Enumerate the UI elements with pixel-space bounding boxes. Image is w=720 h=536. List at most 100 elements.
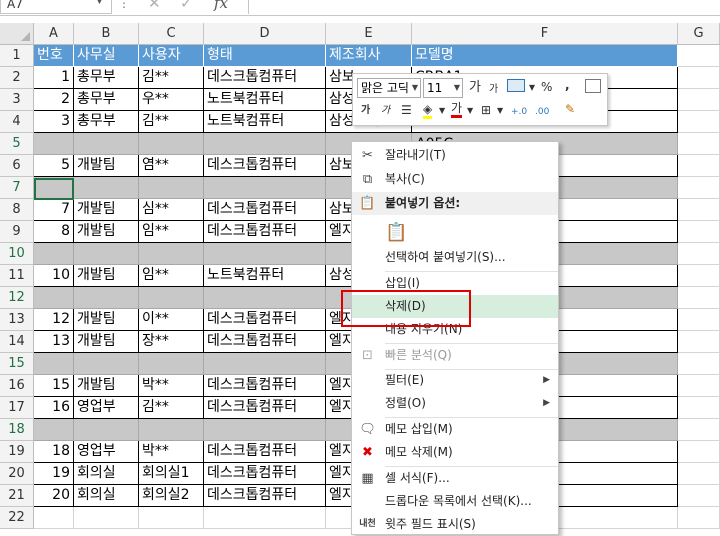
cell[interactable]: 데스크톱컴퓨터 (204, 463, 326, 485)
cell[interactable]: 임** (139, 221, 204, 243)
cell[interactable]: 개발팀 (74, 375, 139, 397)
cell[interactable] (74, 177, 139, 199)
cell[interactable] (678, 331, 720, 353)
row-header[interactable]: 16 (0, 375, 34, 397)
menu-item-quick-analysis[interactable]: ⊡ 빠른 분석(Q) (352, 344, 558, 367)
cell[interactable] (678, 243, 720, 265)
row-header[interactable]: 10 (0, 243, 34, 265)
cell[interactable]: 모델명 (412, 45, 678, 67)
cell[interactable] (74, 243, 139, 265)
row-header[interactable]: 21 (0, 485, 34, 507)
chevron-down-icon[interactable]: ▼ (497, 104, 503, 118)
column-header-b[interactable]: B (74, 23, 139, 45)
row-header[interactable]: 20 (0, 463, 34, 485)
cell[interactable]: 노트북컴퓨터 (204, 111, 326, 133)
menu-item-cut[interactable]: ✂ 잘라내기(T) (352, 144, 558, 167)
cell[interactable] (678, 309, 720, 331)
cell[interactable]: 20 (34, 485, 74, 507)
cell[interactable] (678, 441, 720, 463)
cell[interactable]: 개발팀 (74, 155, 139, 177)
row-header[interactable]: 7 (0, 177, 34, 199)
cell[interactable]: 18 (34, 441, 74, 463)
cell[interactable]: 김** (139, 67, 204, 89)
cell[interactable]: 데스크톱컴퓨터 (204, 199, 326, 221)
table-icon[interactable] (585, 79, 601, 93)
cell[interactable]: 사용자 (139, 45, 204, 67)
cell[interactable]: 회의실 (74, 463, 139, 485)
cell[interactable] (139, 287, 204, 309)
cell[interactable] (204, 177, 326, 199)
cell[interactable] (678, 67, 720, 89)
cell[interactable]: 개발팀 (74, 221, 139, 243)
cell[interactable]: 염** (139, 155, 204, 177)
align-center-icon[interactable]: ☰ (401, 103, 412, 117)
chevron-down-icon[interactable]: ▼ (467, 104, 473, 118)
menu-item-format-cells[interactable]: ▦ 셀 서식(F)... (352, 467, 558, 490)
cell[interactable]: 데스크톱컴퓨터 (204, 441, 326, 463)
cell[interactable] (678, 199, 720, 221)
format-painter-icon[interactable]: ✎ (565, 102, 575, 116)
row-header[interactable]: 5 (0, 133, 34, 155)
cell[interactable]: 13 (34, 331, 74, 353)
cell[interactable] (678, 419, 720, 441)
cell[interactable]: 10 (34, 265, 74, 287)
check-icon[interactable]: ✓ (180, 0, 193, 12)
cell[interactable] (204, 243, 326, 265)
cell[interactable] (678, 353, 720, 375)
cell[interactable] (139, 419, 204, 441)
cell[interactable] (34, 243, 74, 265)
cell[interactable] (34, 353, 74, 375)
row-header[interactable]: 12 (0, 287, 34, 309)
cell[interactable] (678, 463, 720, 485)
chevron-down-icon[interactable]: ▾ (529, 80, 535, 94)
fill-color-icon[interactable]: ◈ (423, 102, 433, 119)
cell[interactable] (204, 507, 326, 529)
cell[interactable] (204, 353, 326, 375)
cell[interactable] (34, 507, 74, 529)
cell[interactable]: 개발팀 (74, 265, 139, 287)
cell[interactable]: 1 (34, 67, 74, 89)
column-header-a[interactable]: A (34, 23, 74, 45)
cell[interactable]: 19 (34, 463, 74, 485)
cell[interactable] (74, 353, 139, 375)
cell[interactable]: 개발팀 (74, 309, 139, 331)
cell[interactable]: 노트북컴퓨터 (204, 89, 326, 111)
menu-item-show-phonetic[interactable]: 내천 윗주 필드 표시(S) (352, 513, 558, 536)
cell[interactable] (139, 243, 204, 265)
cell[interactable]: 김** (139, 111, 204, 133)
row-header[interactable]: 15 (0, 353, 34, 375)
chevron-down-icon[interactable]: ▼ (96, 0, 103, 6)
cell[interactable] (74, 507, 139, 529)
cell[interactable]: 회의실2 (139, 485, 204, 507)
cell[interactable]: 사무실 (74, 45, 139, 67)
cell[interactable] (74, 133, 139, 155)
cell[interactable]: 이** (139, 309, 204, 331)
cell[interactable]: 16 (34, 397, 74, 419)
cell[interactable] (139, 507, 204, 529)
cell[interactable]: 데스크톱컴퓨터 (204, 485, 326, 507)
chevron-down-icon[interactable]: ▼ (412, 79, 418, 97)
percent-icon[interactable]: % (541, 80, 552, 94)
cell[interactable] (678, 265, 720, 287)
cell[interactable]: 번호 (34, 45, 74, 67)
cell[interactable]: 영업부 (74, 441, 139, 463)
column-header-g[interactable]: G (678, 23, 720, 45)
cell[interactable] (34, 287, 74, 309)
cell[interactable]: 회의실 (74, 485, 139, 507)
cell[interactable]: 박** (139, 375, 204, 397)
cell[interactable] (74, 419, 139, 441)
menu-item-delete-comment[interactable]: ✖ 메모 삭제(M) (352, 441, 558, 464)
cell[interactable]: 김** (139, 397, 204, 419)
accounting-format-icon[interactable] (507, 79, 525, 92)
menu-item-filter[interactable]: 필터(E) ▶ (352, 369, 558, 392)
decrease-decimal-icon[interactable]: .00 (535, 105, 549, 119)
menu-item-paste-special[interactable]: 선택하여 붙여넣기(S)... (352, 246, 558, 269)
cell[interactable]: 8 (34, 221, 74, 243)
cell[interactable]: 데스크톱컴퓨터 (204, 331, 326, 353)
increase-decimal-icon[interactable]: +.0 (511, 105, 527, 119)
cell[interactable] (34, 419, 74, 441)
cell[interactable] (204, 287, 326, 309)
border-icon[interactable]: ⊞ (481, 103, 491, 117)
font-color-icon[interactable]: 가 (451, 101, 463, 118)
cell[interactable] (139, 177, 204, 199)
